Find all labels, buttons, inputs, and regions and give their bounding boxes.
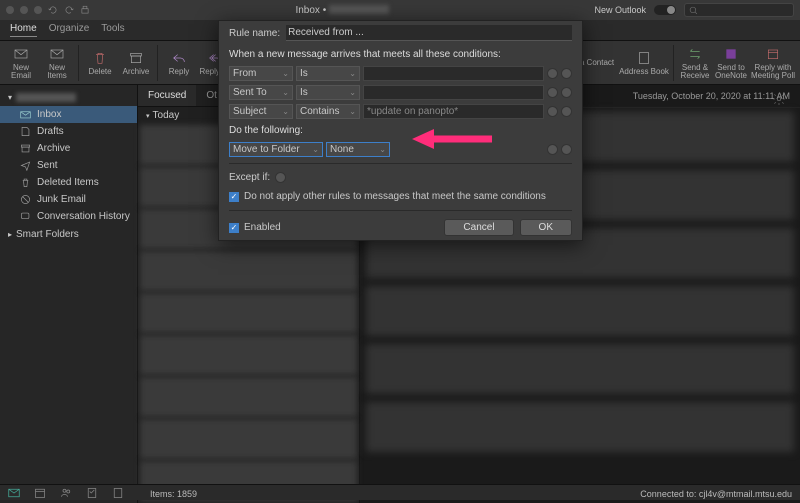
folder-archive[interactable]: Archive [0, 140, 137, 157]
stop-rules-checkbox[interactable]: ✓ [229, 192, 239, 202]
add-action-button[interactable] [561, 144, 572, 155]
new-items-button[interactable]: New Items [40, 43, 74, 83]
condition-op-select[interactable]: Is [296, 66, 360, 81]
message-date: Tuesday, October 20, 2020 at 11:11 AM [633, 91, 790, 101]
add-exception-button[interactable] [275, 172, 286, 183]
remove-condition-button[interactable] [547, 68, 558, 79]
message-item[interactable] [140, 251, 357, 291]
redo-icon[interactable] [64, 5, 74, 15]
remove-action-button[interactable] [547, 144, 558, 155]
reply-meeting-button[interactable]: Reply with Meeting Poll [750, 43, 796, 83]
account-blur [329, 5, 389, 14]
rule-name-input[interactable] [286, 25, 572, 41]
titlebar: Inbox • New Outlook [0, 0, 800, 20]
condition-field-select[interactable]: Sent To [229, 85, 293, 100]
rules-dialog: Rule name: When a new message arrives th… [218, 20, 583, 241]
contact-button[interactable]: a Contact [577, 43, 617, 83]
rule-name-label: Rule name: [229, 28, 280, 39]
folder-drafts[interactable]: Drafts [0, 123, 137, 140]
address-book-button[interactable]: Address Book [619, 43, 669, 83]
new-outlook-label: New Outlook [594, 5, 646, 15]
connection-status: Connected to: cjl4v@mtmail.mtsu.edu [640, 489, 792, 499]
tab-tools[interactable]: Tools [101, 23, 124, 37]
new-email-button[interactable]: New Email [4, 43, 38, 83]
condition-field-select[interactable]: Subject [229, 104, 293, 119]
message-item[interactable] [140, 419, 357, 459]
condition-op-select[interactable]: Contains [296, 104, 360, 119]
folder-inbox[interactable]: Inbox [0, 106, 137, 123]
remove-condition-button[interactable] [547, 87, 558, 98]
folder-junk[interactable]: Junk Email [0, 191, 137, 208]
minimize-window-icon[interactable] [20, 6, 28, 14]
send-onenote-button[interactable]: Send to OneNote [714, 43, 748, 83]
preview-content [366, 402, 794, 452]
new-outlook-toggle[interactable] [654, 5, 676, 15]
calendar-icon[interactable] [34, 487, 46, 499]
search-input[interactable] [684, 3, 794, 17]
items-count: Items: 1859 [150, 489, 197, 499]
people-icon[interactable] [60, 487, 72, 499]
close-window-icon[interactable] [6, 6, 14, 14]
tab-home[interactable]: Home [10, 23, 37, 37]
gear-icon[interactable] [772, 92, 786, 106]
condition-op-select[interactable]: Is [296, 85, 360, 100]
undo-icon[interactable] [48, 5, 58, 15]
action-target-select[interactable]: None [326, 142, 390, 157]
ok-button[interactable]: OK [520, 219, 572, 236]
stop-rules-label: Do not apply other rules to messages tha… [244, 191, 546, 202]
add-condition-button[interactable] [561, 87, 572, 98]
except-if-label: Except if: [229, 172, 270, 183]
condition-field-select[interactable]: From [229, 66, 293, 81]
mail-icon[interactable] [8, 487, 20, 499]
notes-icon[interactable] [112, 487, 124, 499]
folder-deleted[interactable]: Deleted Items [0, 174, 137, 191]
print-icon[interactable] [80, 5, 90, 15]
message-item[interactable] [140, 293, 357, 333]
send-receive-button[interactable]: Send & Receive [678, 43, 712, 83]
enabled-label: Enabled [244, 222, 281, 233]
add-condition-button[interactable] [561, 68, 572, 79]
delete-button[interactable]: Delete [83, 43, 117, 83]
smart-folders[interactable]: ▸Smart Folders [0, 225, 137, 244]
sidebar: ▾ Inbox Drafts Archive Sent Deleted Item… [0, 85, 138, 503]
message-item[interactable] [140, 335, 357, 375]
folder-conversation-history[interactable]: Conversation History [0, 208, 137, 225]
preview-content [366, 344, 794, 394]
tasks-icon[interactable] [86, 487, 98, 499]
maximize-window-icon[interactable] [34, 6, 42, 14]
preview-content [366, 286, 794, 336]
message-item[interactable] [140, 377, 357, 417]
add-condition-button[interactable] [561, 106, 572, 117]
window-title: Inbox • [295, 5, 326, 16]
condition-value-input[interactable] [363, 66, 544, 81]
remove-condition-button[interactable] [547, 106, 558, 117]
account-header[interactable]: ▾ [0, 89, 137, 106]
folder-sent[interactable]: Sent [0, 157, 137, 174]
tab-focused[interactable]: Focused [138, 85, 196, 106]
conditions-header: When a new message arrives that meets al… [219, 45, 582, 64]
actions-header: Do the following: [219, 121, 582, 140]
reply-button[interactable]: Reply [162, 43, 196, 83]
enabled-checkbox[interactable]: ✓ [229, 223, 239, 233]
search-icon [689, 6, 698, 15]
condition-value-input[interactable]: *update on panopto* [363, 104, 544, 119]
cancel-button[interactable]: Cancel [444, 219, 513, 236]
tab-organize[interactable]: Organize [49, 23, 90, 37]
action-select[interactable]: Move to Folder [229, 142, 323, 157]
condition-value-input[interactable] [363, 85, 544, 100]
archive-button[interactable]: Archive [119, 43, 153, 83]
